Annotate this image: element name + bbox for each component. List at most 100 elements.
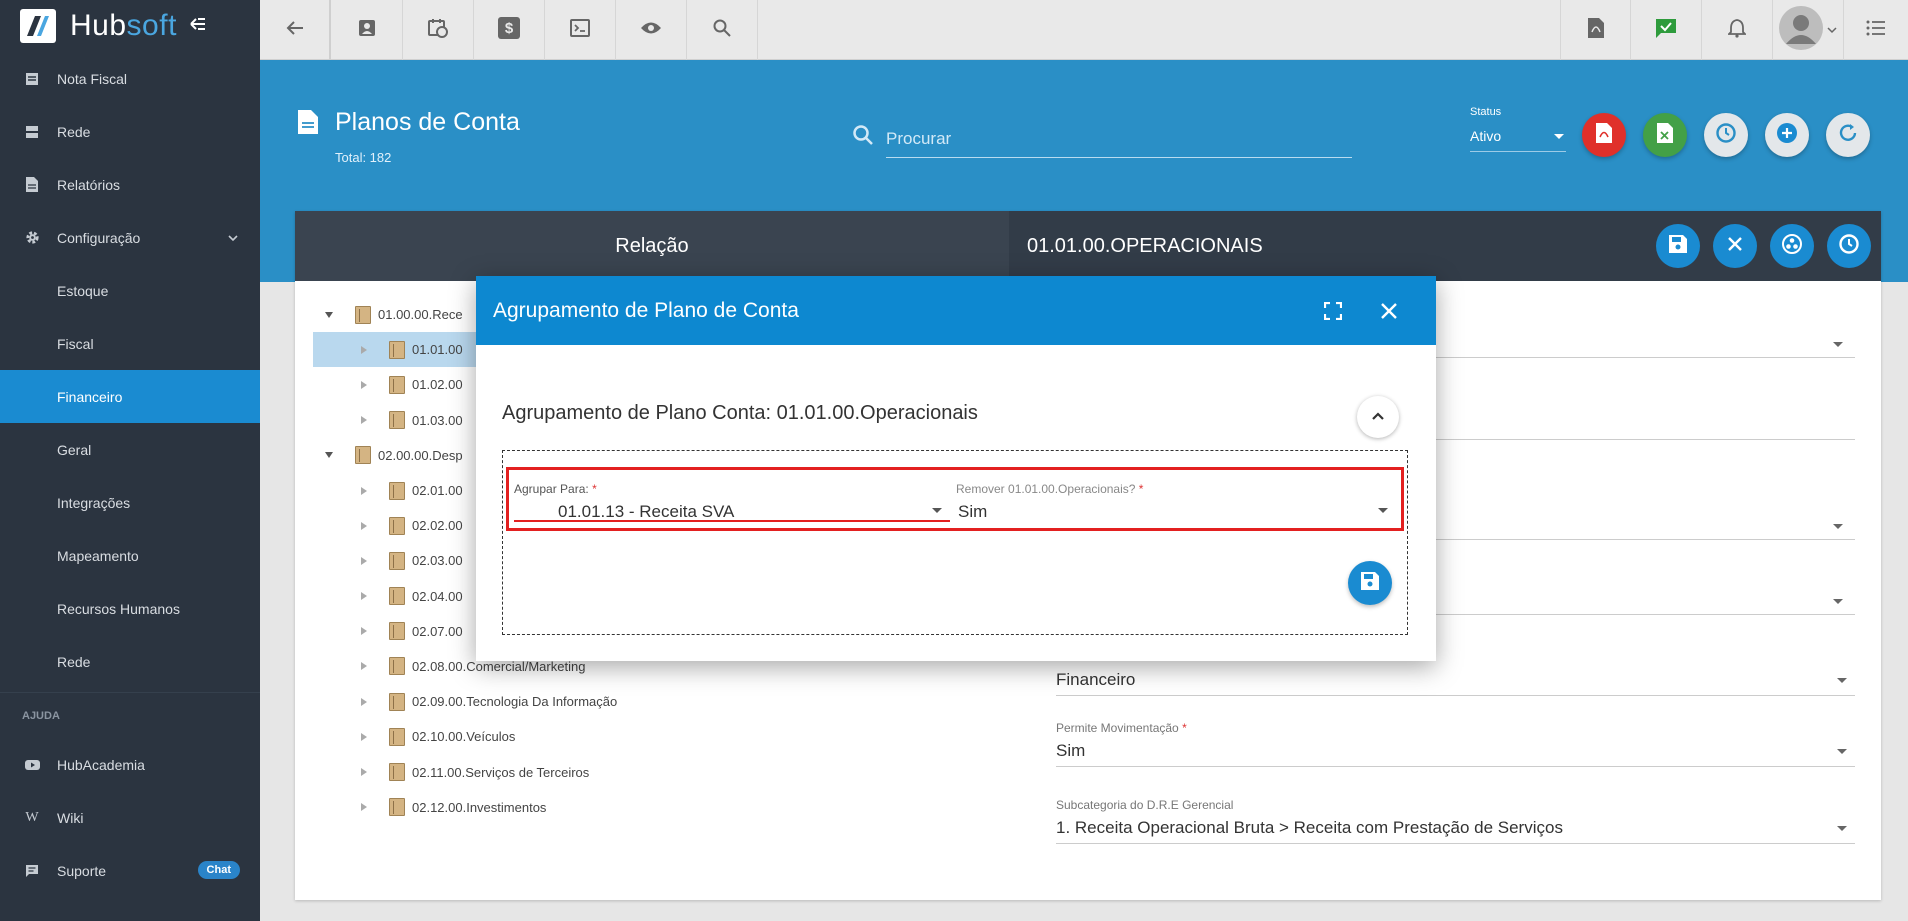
sidebar-item-configuracao[interactable]: Configuração	[0, 211, 260, 264]
expand-right-icon[interactable]	[361, 592, 367, 601]
folder-icon	[355, 305, 371, 324]
page-total: Total: 182	[335, 150, 392, 165]
tree-node-label: 02.01.00	[412, 483, 463, 499]
floppy-disk-icon	[1361, 571, 1379, 595]
agrupar-para-select[interactable]: Agrupar Para: * 01.01.13 - Receita SVA	[514, 482, 950, 522]
sidebar-item-label: Suporte	[57, 862, 107, 879]
sidebar-item-fiscal[interactable]: Fiscal	[0, 317, 260, 370]
chat-badge[interactable]: Chat	[197, 861, 240, 879]
sidebar-item-integracoes[interactable]: Integrações	[0, 476, 260, 529]
collapse-sidebar-icon[interactable]	[189, 15, 207, 38]
notifications-button[interactable]	[1702, 0, 1773, 60]
tree-node[interactable]: 02.10.00.Veículos	[295, 719, 1009, 754]
tree-node-label: 01.03.00	[412, 412, 463, 428]
sidebar-item-recursos-humanos[interactable]: Recursos Humanos	[0, 582, 260, 635]
expand-right-icon[interactable]	[361, 380, 367, 389]
calendar-button[interactable]	[403, 0, 474, 60]
export-pdf-button[interactable]	[1582, 113, 1626, 157]
sidebar-item-financeiro[interactable]: Financeiro	[0, 370, 260, 423]
finance-button[interactable]: $	[474, 0, 545, 60]
dollar-icon: $	[498, 16, 520, 44]
folder-icon	[389, 587, 405, 606]
hubsoft-logo-text[interactable]: Hubsoft	[70, 9, 177, 43]
folder-icon	[355, 446, 371, 465]
close-icon[interactable]	[1376, 298, 1402, 324]
receipt-icon	[24, 71, 40, 87]
save-record-button[interactable]	[1656, 224, 1700, 268]
expand-down-icon[interactable]	[325, 311, 333, 318]
terminal-button[interactable]	[545, 0, 616, 60]
document-icon	[298, 110, 318, 139]
sidebar-item-rede-config[interactable]: Rede	[0, 635, 260, 688]
message-check-icon	[1655, 18, 1677, 43]
permite-movimentacao-select[interactable]: Permite Movimentação * Sim	[1056, 721, 1855, 767]
expand-right-icon[interactable]	[361, 345, 367, 354]
status-select[interactable]: Ativo	[1470, 124, 1566, 152]
sidebar-item-relatorios[interactable]: Relatórios	[0, 158, 260, 211]
permite-movimentacao-label: Permite Movimentação	[1056, 721, 1179, 735]
expand-right-icon[interactable]	[361, 416, 367, 425]
gear-icon	[24, 230, 40, 246]
cancel-record-button[interactable]	[1713, 224, 1757, 268]
expand-right-icon[interactable]	[361, 662, 367, 671]
tree-node-label: 02.08.00.Comercial/Marketing	[412, 658, 586, 674]
caret-down-icon[interactable]	[1833, 599, 1843, 604]
tab-relacao[interactable]: Relação	[295, 211, 1009, 281]
expand-right-icon[interactable]	[361, 768, 367, 777]
back-button[interactable]	[260, 0, 331, 60]
youtube-icon	[24, 757, 40, 773]
tree-node-label: 02.07.00	[412, 623, 463, 639]
expand-right-icon[interactable]	[361, 556, 367, 565]
expand-right-icon[interactable]	[361, 521, 367, 530]
collapse-section-button[interactable]	[1357, 396, 1399, 438]
sidebar-item-hubacademia[interactable]: HubAcademia	[0, 738, 260, 791]
history-button[interactable]	[1704, 113, 1748, 157]
expand-down-icon[interactable]	[325, 452, 333, 459]
expand-right-icon[interactable]	[361, 697, 367, 706]
sidebar-item-estoque[interactable]: Estoque	[0, 264, 260, 317]
financeiro-select[interactable]: Financeiro	[1056, 664, 1855, 696]
sidebar-item-geral[interactable]: Geral	[0, 423, 260, 476]
financeiro-value: Financeiro	[1056, 670, 1136, 689]
history-icon	[1715, 122, 1737, 149]
search-input[interactable]	[886, 120, 1352, 158]
sidebar-item-label: Mapeamento	[57, 547, 139, 564]
export-excel-button[interactable]	[1643, 113, 1687, 157]
expand-right-icon[interactable]	[361, 732, 367, 741]
folder-icon	[389, 375, 405, 394]
chevron-up-icon	[1371, 408, 1385, 426]
record-history-button[interactable]	[1827, 224, 1871, 268]
save-grouping-button[interactable]	[1348, 561, 1392, 605]
messages-button[interactable]	[1631, 0, 1702, 60]
group-record-button[interactable]	[1770, 224, 1814, 268]
user-menu-button[interactable]	[1773, 0, 1844, 60]
fullscreen-icon[interactable]	[1320, 298, 1346, 324]
menu-list-button[interactable]	[1844, 0, 1908, 60]
bell-icon	[1726, 18, 1748, 43]
sidebar-item-label: Geral	[57, 441, 92, 458]
expand-right-icon[interactable]	[361, 486, 367, 495]
wikipedia-icon: W	[25, 809, 39, 825]
search-button[interactable]	[687, 0, 758, 60]
sidebar-item-nota-fiscal[interactable]: Nota Fiscal	[0, 52, 260, 105]
caret-down-icon[interactable]	[1833, 342, 1843, 347]
expand-right-icon[interactable]	[361, 627, 367, 636]
refresh-button[interactable]	[1826, 113, 1870, 157]
tree-node[interactable]: 02.12.00.Investimentos	[295, 790, 1009, 825]
folder-icon	[389, 481, 405, 500]
tree-node[interactable]: 02.11.00.Serviços de Terceiros	[295, 754, 1009, 789]
tree-node[interactable]: 02.09.00.Tecnologia Da Informação	[295, 684, 1009, 719]
expand-right-icon[interactable]	[361, 803, 367, 812]
contacts-button[interactable]	[332, 0, 403, 60]
add-button[interactable]	[1765, 113, 1809, 157]
subcategoria-dre-select[interactable]: Subcategoria do D.R.E Gerencial 1. Recei…	[1056, 798, 1855, 844]
caret-down-icon[interactable]	[1833, 524, 1843, 529]
sidebar-item-wiki[interactable]: W Wiki	[0, 791, 260, 844]
view-button[interactable]	[616, 0, 687, 60]
sidebar-item-suporte[interactable]: Suporte Chat	[0, 844, 260, 897]
sidebar-item-mapeamento[interactable]: Mapeamento	[0, 529, 260, 582]
pdf-topbar-button[interactable]	[1560, 0, 1631, 60]
remover-select[interactable]: Remover 01.01.00.Operacionais? * Sim	[956, 482, 1396, 522]
sidebar-item-rede[interactable]: Rede	[0, 105, 260, 158]
folder-icon	[389, 798, 405, 817]
